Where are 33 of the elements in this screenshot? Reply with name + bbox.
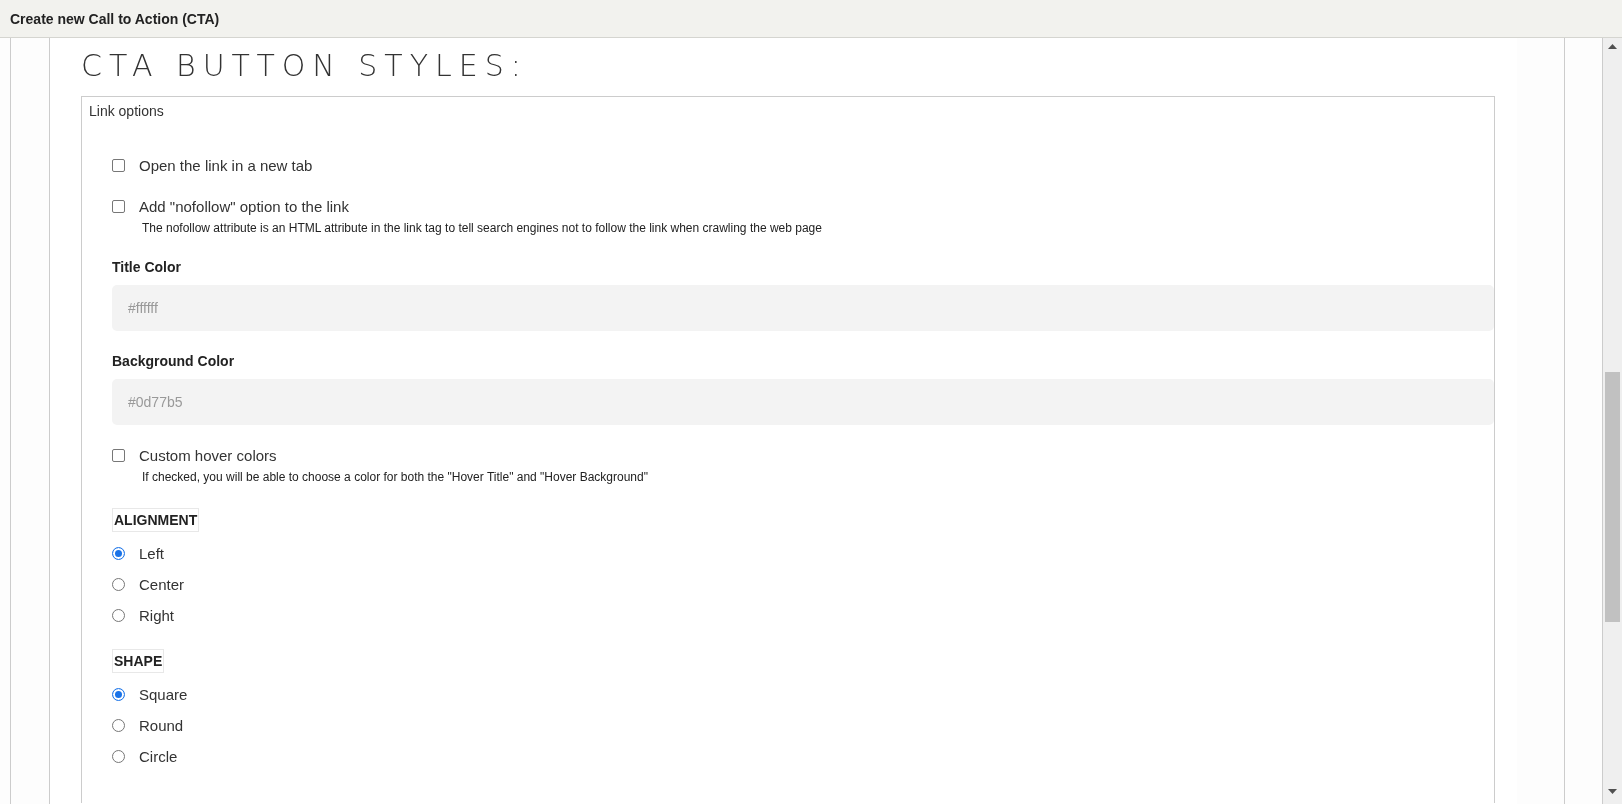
color-input-field[interactable]: #0d77b5 [112, 379, 1494, 425]
radio-label: Right [139, 607, 175, 624]
scroll-up-icon[interactable] [1608, 44, 1617, 49]
group-title: SHAPE [112, 649, 165, 673]
checkbox[interactable] [112, 449, 125, 462]
radio-button[interactable] [112, 578, 125, 591]
scrollbar-thumb[interactable] [1605, 372, 1620, 622]
checkbox-label: Custom hover colors [139, 447, 277, 464]
option-description: If checked, you will be able to choose a color for both the "Hover Title" and "Hover Background" [142, 470, 649, 484]
checkbox-label: Add "nofollow" option to the link [139, 198, 349, 215]
scrollbar[interactable] [1603, 38, 1622, 804]
color-input-field[interactable]: #ffffff [112, 285, 1494, 331]
section-heading: CTA BUTTON STYLES: [81, 48, 528, 83]
radio-button[interactable] [112, 609, 125, 622]
radio-button[interactable] [112, 719, 125, 732]
checkbox[interactable] [112, 159, 125, 172]
radio-button[interactable] [112, 547, 125, 560]
radio-button[interactable] [112, 688, 125, 701]
radio-button[interactable] [112, 750, 125, 763]
checkbox-label: Open the link in a new tab [139, 157, 313, 174]
option-description: The nofollow attribute is an HTML attribute in the link tag to tell search engines not to follow the link when crawling the web page [142, 221, 823, 235]
field-label: Title Color [112, 259, 182, 275]
radio-label: Square [139, 686, 188, 703]
radio-label: Left [139, 545, 165, 562]
window-title: Create new Call to Action (CTA) [10, 10, 220, 27]
group-title: ALIGNMENT [112, 508, 200, 532]
radio-label: Circle [139, 748, 178, 765]
scroll-down-icon[interactable] [1608, 789, 1617, 794]
panel-legend: Link options [89, 103, 1494, 119]
radio-label: Center [139, 576, 185, 593]
checkbox[interactable] [112, 200, 125, 213]
radio-label: Round [139, 717, 184, 734]
field-label: Background Color [112, 353, 236, 369]
